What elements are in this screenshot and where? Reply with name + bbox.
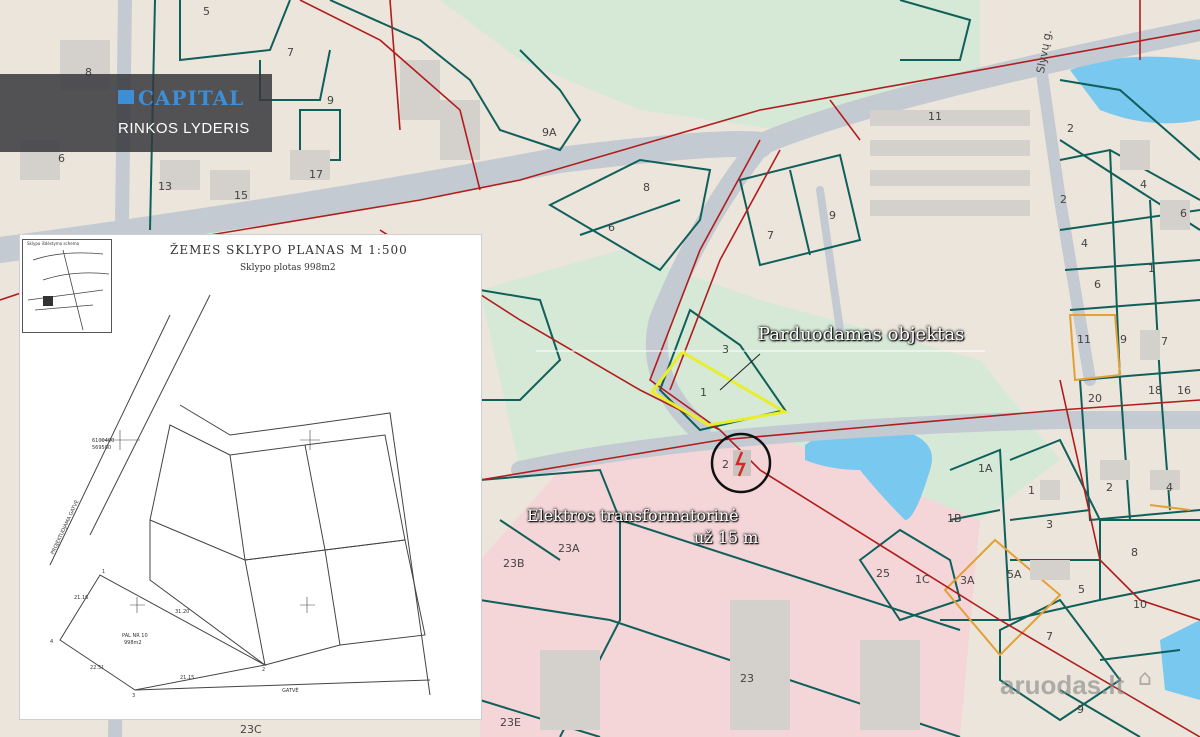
map-label: 23B xyxy=(503,557,525,570)
map-label: 4 xyxy=(1166,481,1173,494)
map-label: 1 xyxy=(1028,484,1035,497)
map-label: 5 xyxy=(203,5,210,18)
map-label: 16 xyxy=(1177,384,1191,397)
plan-parcel-label: PAL NR 10 xyxy=(122,633,148,639)
plan-dimension: 31.20 xyxy=(175,609,190,615)
plan-parcel-area: 998m2 xyxy=(124,640,142,646)
map-label: 23E xyxy=(500,716,521,729)
map-label: 9A xyxy=(542,126,557,139)
plan-dimension: 21.15 xyxy=(180,675,195,681)
plan-point: 2 xyxy=(262,667,266,673)
plan-drawing xyxy=(49,294,431,696)
map-label: 7 xyxy=(1161,335,1168,348)
map-label: 4 xyxy=(1140,178,1147,191)
map-label: 9 xyxy=(829,209,836,222)
watermark: aruodas.lt xyxy=(1000,670,1125,700)
map-label: 2 xyxy=(722,458,729,471)
transformer-distance: už 15 m xyxy=(694,528,759,547)
plan-dimension: 22.51 xyxy=(90,665,105,671)
map-label: 2 xyxy=(1106,481,1113,494)
map-label: 20 xyxy=(1088,392,1102,405)
map-label: 13 xyxy=(158,180,172,193)
map-label: 7 xyxy=(767,229,774,242)
map-label: 6 xyxy=(1094,278,1101,291)
map-label: 8 xyxy=(643,181,650,194)
house-icon: ⌂ xyxy=(1138,666,1152,691)
map-label: 11 xyxy=(928,110,942,123)
plan-point: 3 xyxy=(132,693,136,699)
map-label: 1 xyxy=(1148,262,1155,275)
brand-name: CAPITAL xyxy=(138,86,245,110)
plan-point: 4 xyxy=(50,639,54,645)
plan-coordinate: 6100400 xyxy=(92,438,115,444)
map-label: 3A xyxy=(960,574,975,587)
brand-tagline: RINKOS LYDERIS xyxy=(118,120,250,137)
land-plot-plan: Sklypo išdėstymo schema ŽEMES SKLYPO PLA… xyxy=(19,234,482,720)
map-label: 18 xyxy=(1148,384,1162,397)
plan-dimension: 21.16 xyxy=(74,595,89,601)
map-label: 23 xyxy=(740,672,754,685)
map-label: 1C xyxy=(915,573,930,586)
map-label: 1 xyxy=(700,386,707,399)
plan-point: 1 xyxy=(102,569,106,575)
map-label: 1B xyxy=(947,512,962,525)
map-label: 4 xyxy=(1081,237,1088,250)
plan-street-bottom: GATVĖ xyxy=(282,688,299,694)
map-label: 2 xyxy=(1060,193,1067,206)
map-label: 8 xyxy=(1131,546,1138,559)
map-label: 6 xyxy=(608,221,615,234)
map-label: 9 xyxy=(1120,333,1127,346)
map-label: 23C xyxy=(240,723,262,736)
map-label: 6 xyxy=(58,152,65,165)
map-label: 1A xyxy=(978,462,993,475)
map-label: 7 xyxy=(287,46,294,59)
map-label: 2 xyxy=(1067,122,1074,135)
transformer-annotation: Elektros transformatorinė xyxy=(527,506,739,525)
brand-logo: CAPITAL RINKOS LYDERIS xyxy=(0,74,272,152)
map-label: 25 xyxy=(876,567,890,580)
map-label: 10 xyxy=(1133,598,1147,611)
parcel-annotation: Parduodamas objektas xyxy=(758,324,965,345)
map-label: 5A xyxy=(1007,568,1022,581)
map-label: 6 xyxy=(1180,207,1187,220)
map-label: 3 xyxy=(1046,518,1053,531)
map-label: 23A xyxy=(558,542,580,555)
map-label: 5 xyxy=(1078,583,1085,596)
map-label: 17 xyxy=(309,168,323,181)
map-label: 3 xyxy=(722,343,729,356)
map-label: 11 xyxy=(1077,333,1091,346)
map-label: 9 xyxy=(327,94,334,107)
house-icon xyxy=(118,90,134,104)
map-label: 7 xyxy=(1046,630,1053,643)
plan-coordinate: 569500 xyxy=(92,445,112,451)
map-label: 15 xyxy=(234,189,248,202)
map-label: 9 xyxy=(1077,703,1084,716)
